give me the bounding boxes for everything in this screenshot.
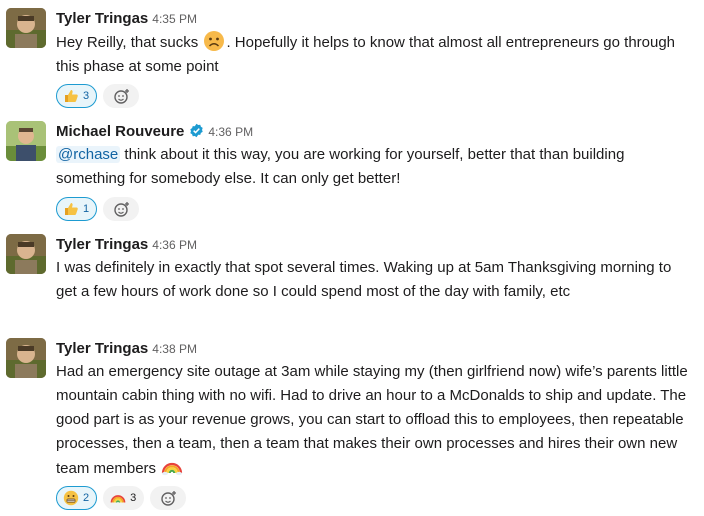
message-text: Hey Reilly, that sucks . Hopefully it he…	[56, 30, 696, 79]
timestamp[interactable]: 4:36 PM	[152, 238, 197, 252]
reaction-rainbow[interactable]: 3	[103, 486, 145, 510]
reaction-count: 1	[83, 203, 90, 215]
user-mention[interactable]: @rchase	[56, 146, 121, 163]
message-text-part: Had an emergency site outage at 3am whil…	[56, 363, 688, 477]
reaction-count: 3	[130, 492, 137, 504]
timestamp[interactable]: 4:35 PM	[152, 12, 197, 26]
author-name[interactable]: Michael Rouveure	[56, 123, 184, 140]
message-header: Tyler Tringas 4:38 PM	[56, 338, 197, 360]
rainbow-icon	[110, 490, 126, 506]
avatar-tyler-tringas[interactable]	[6, 8, 46, 48]
author-name[interactable]: Tyler Tringas	[56, 10, 148, 27]
add-reaction-button[interactable]	[103, 84, 140, 108]
message-header: Tyler Tringas 4:36 PM	[56, 234, 197, 256]
timestamp[interactable]: 4:36 PM	[208, 125, 253, 139]
author-name[interactable]: Tyler Tringas	[56, 236, 148, 253]
message-text: Had an emergency site outage at 3am whil…	[56, 360, 696, 481]
reaction-thumbs-up[interactable]: 3	[56, 84, 98, 108]
thumbs-up-icon	[63, 88, 79, 104]
reactions-bar: 1	[56, 197, 140, 221]
add-emoji-icon	[113, 88, 129, 104]
sad-face-emoji-icon	[203, 30, 225, 52]
grimacing-face-icon	[63, 490, 79, 506]
avatar-tyler-tringas[interactable]	[6, 234, 46, 274]
message-text: I was definitely in exactly that spot se…	[56, 259, 672, 300]
rainbow-emoji-icon	[161, 456, 183, 478]
reactions-bar: 3	[56, 84, 140, 108]
reaction-count: 2	[83, 492, 90, 504]
add-emoji-icon	[113, 201, 129, 217]
message-header: Michael Rouveure 4:36 PM	[56, 121, 253, 143]
avatar-tyler-tringas[interactable]	[6, 338, 46, 378]
verified-badge-icon	[189, 123, 204, 138]
reactions-bar: 2 3	[56, 486, 187, 510]
message-text-part: think about it this way, you are working…	[56, 146, 625, 187]
reaction-grimacing-face[interactable]: 2	[56, 486, 98, 510]
thumbs-up-icon	[63, 201, 79, 217]
add-emoji-icon	[161, 490, 176, 506]
reaction-count: 3	[83, 90, 90, 102]
avatar-michael-rouveure[interactable]	[6, 121, 46, 161]
add-reaction-button[interactable]	[150, 486, 187, 510]
author-name[interactable]: Tyler Tringas	[56, 340, 148, 357]
reaction-thumbs-up[interactable]: 1	[56, 197, 98, 221]
message-header: Tyler Tringas 4:35 PM	[56, 8, 197, 30]
message-text-part: Hey Reilly, that sucks	[56, 34, 203, 51]
timestamp[interactable]: 4:38 PM	[152, 342, 197, 356]
message-text: @rchase think about it this way, you are…	[56, 143, 696, 191]
add-reaction-button[interactable]	[103, 197, 140, 221]
